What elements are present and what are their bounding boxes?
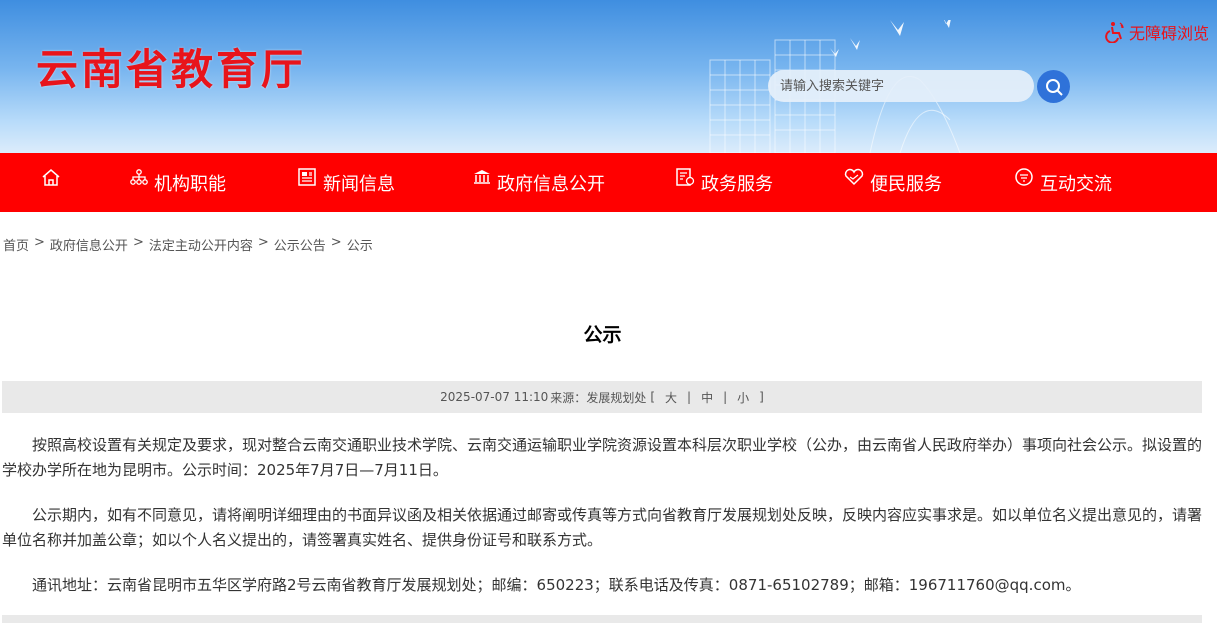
- nav-label: 新闻信息: [323, 173, 395, 195]
- search-input[interactable]: [768, 70, 1034, 102]
- wheelchair-icon: [1105, 22, 1124, 43]
- breadcrumb-gov-info[interactable]: 政府信息公开: [50, 235, 128, 254]
- heart-hand-icon: [844, 168, 864, 185]
- font-size-large-button[interactable]: 大: [659, 389, 683, 406]
- nav-home[interactable]: [41, 153, 61, 212]
- article-datetime: 2025-07-07 11:10: [440, 390, 549, 404]
- font-size-small-button[interactable]: 小: [731, 389, 755, 406]
- breadcrumb-current[interactable]: 公示: [347, 235, 373, 254]
- government-building-icon: [474, 169, 490, 184]
- font-size-separator: |: [687, 390, 692, 404]
- breadcrumb-announcements[interactable]: 公示公告: [274, 235, 326, 254]
- breadcrumb-separator: >: [257, 235, 269, 250]
- site-logo-title[interactable]: 云南省教育厅: [36, 36, 306, 97]
- service-document-icon: [676, 167, 695, 186]
- breadcrumb-separator: >: [330, 235, 342, 250]
- home-icon: [42, 168, 60, 186]
- breadcrumb-separator: >: [34, 235, 45, 250]
- nav-item-gov-info[interactable]: 政府信息公开: [473, 153, 605, 212]
- font-size-bracket-close: ]: [759, 390, 764, 404]
- breadcrumb: 首页 > 政府信息公开 > 法定主动公开内容 > 公示公告 > 公示: [3, 235, 373, 254]
- article-paragraph: 按照高校设置有关规定及要求，现对整合云南交通职业技术学院、云南交通运输职业学院资…: [2, 436, 1203, 479]
- article-content: 按照高校设置有关规定及要求，现对整合云南交通职业技术学院、云南交通运输职业学院资…: [2, 433, 1202, 618]
- breadcrumb-separator: >: [132, 235, 144, 250]
- article-source: 发展规划处: [586, 390, 647, 405]
- nav-item-interaction[interactable]: 互动交流: [1014, 153, 1112, 212]
- font-size-medium-button[interactable]: 中: [695, 389, 719, 406]
- nav-label: 互动交流: [1040, 173, 1112, 195]
- bottom-divider-bar: [2, 615, 1202, 623]
- search-icon: [1045, 78, 1063, 96]
- nav-label: 便民服务: [870, 173, 942, 195]
- article-paragraph: 公示期内，如有不同意见，请将阐明详细理由的书面异议函及相关依据通过邮寄或传真等方…: [2, 506, 1203, 549]
- search-button[interactable]: [1037, 70, 1070, 103]
- nav-item-public-service[interactable]: 便民服务: [844, 153, 942, 212]
- org-chart-icon: [130, 168, 148, 185]
- breadcrumb-home[interactable]: 首页: [3, 235, 29, 254]
- article-title: 公示: [583, 324, 622, 346]
- accessibility-label: 无障碍浏览: [1129, 24, 1210, 43]
- nav-item-gov-service[interactable]: 政务服务: [675, 153, 773, 212]
- article-meta-bar: 2025-07-07 11:10 来源： 发展规划处 [ 大 | 中 | 小 ]: [2, 381, 1202, 413]
- chat-icon: [1015, 167, 1033, 186]
- header-banner: 云南省教育厅 无障碍浏览: [0, 0, 1217, 153]
- font-size-bracket-open: [: [650, 390, 656, 404]
- nav-label: 政府信息公开: [497, 173, 605, 195]
- newspaper-icon: [298, 167, 316, 186]
- main-nav: 机构职能 新闻信息 政府信息公开 政务服务 便民服务 互动交流: [0, 153, 1217, 212]
- font-size-separator: |: [723, 390, 728, 404]
- article-source-label: 来源：: [550, 390, 587, 405]
- nav-item-institution[interactable]: 机构职能: [130, 153, 226, 212]
- nav-label: 机构职能: [154, 173, 226, 195]
- nav-item-news[interactable]: 新闻信息: [297, 153, 395, 212]
- breadcrumb-statutory[interactable]: 法定主动公开内容: [149, 235, 253, 254]
- accessibility-link[interactable]: 无障碍浏览: [1104, 20, 1209, 44]
- nav-label: 政务服务: [701, 173, 773, 195]
- article-paragraph: 通讯地址：云南省昆明市五华区学府路2号云南省教育厅发展规划处；邮编：650223…: [32, 576, 1081, 594]
